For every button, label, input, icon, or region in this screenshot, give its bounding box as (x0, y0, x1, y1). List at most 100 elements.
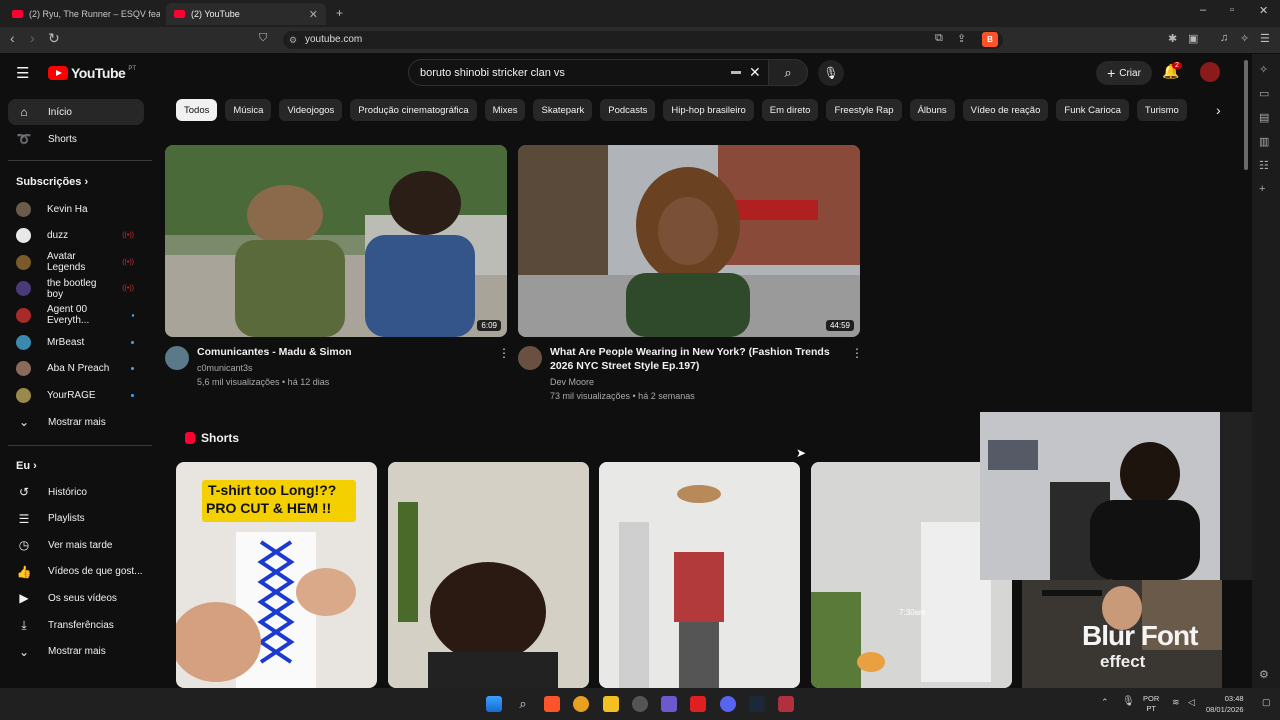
voice-search-button[interactable]: 🎙 (818, 60, 844, 86)
reading-list-icon[interactable]: ☷ (1259, 159, 1269, 172)
create-button[interactable]: + Criar (1096, 61, 1152, 85)
add-panel-icon[interactable]: + (1259, 183, 1265, 195)
sidebar-item-like[interactable]: 👍 Vídeos de que gost... (8, 559, 144, 585)
keyboard-icon[interactable]: ▬ (731, 66, 741, 77)
minimize-icon[interactable]: – (1200, 4, 1206, 16)
filter-chip[interactable]: Freestyle Rap (826, 99, 902, 121)
filter-chip[interactable]: Podcasts (600, 99, 656, 121)
leo-sidebar-icon[interactable]: ✧ (1259, 63, 1268, 76)
share-icon[interactable]: ⇪ (957, 32, 966, 45)
filter-chip[interactable]: Videojogos (279, 99, 343, 121)
filter-chip[interactable]: Turismo (1136, 99, 1187, 121)
sidebar-item-chevron-down[interactable]: ⌄ Mostrar mais (8, 639, 144, 665)
browser-tab-active[interactable]: (2) YouTube ✕ (166, 3, 326, 25)
news-icon[interactable]: ▭ (1259, 87, 1269, 100)
page-scrollbar[interactable] (1244, 60, 1248, 170)
chips-next-icon[interactable]: › (1216, 102, 1221, 118)
short-card[interactable] (388, 462, 589, 688)
menu-icon[interactable]: ☰ (1260, 32, 1270, 45)
filter-chip[interactable]: Produção cinematográfica (350, 99, 477, 121)
youtube-taskbar-icon[interactable] (690, 696, 706, 712)
sidebar-item-watch-later[interactable]: ◷ Ver mais tarde (8, 532, 144, 558)
back-icon[interactable]: ‹ (10, 30, 15, 46)
sidebar-item-your-videos[interactable]: ▶ Os seus vídeos (8, 585, 144, 611)
video-thumbnail[interactable]: 6:09 (165, 145, 507, 337)
sidebar-item-home[interactable]: ⌂ Início (8, 99, 144, 125)
taskbar-clock[interactable]: 03:48 08/01/2026 (1206, 693, 1244, 715)
file-explorer-icon[interactable] (603, 696, 619, 712)
sidebar-subscription-item[interactable]: Aba N Preach (8, 356, 144, 382)
short-card[interactable]: T-shirt too Long!?? PRO CUT & HEM !! (176, 462, 377, 688)
steam-icon[interactable] (749, 696, 765, 712)
settings-gear-icon[interactable]: ⚙ (1259, 668, 1269, 681)
close-tab-icon[interactable]: ✕ (309, 8, 318, 21)
channel-avatar[interactable] (165, 346, 189, 370)
video-title[interactable]: Comunicantes - Madu & Simon (197, 345, 487, 359)
search-button[interactable]: ⌕ (768, 59, 808, 86)
filter-chip[interactable]: Álbuns (909, 99, 955, 121)
wallet-icon[interactable]: ▤ (1259, 111, 1269, 124)
sidebar-item-history[interactable]: ↺ Histórico (8, 479, 144, 505)
youtube-logo[interactable]: YouTube PT (48, 65, 136, 81)
bookmarks-icon[interactable]: ▥ (1259, 135, 1269, 148)
search-input[interactable]: boruto shinobi stricker clan vs ▬ ✕ (408, 59, 808, 86)
notifications-center-icon[interactable]: ▢ (1262, 697, 1271, 708)
brave-taskbar-icon[interactable] (544, 696, 560, 712)
sidebar-show-more-subs[interactable]: ⌄ Mostrar mais (8, 409, 144, 435)
tray-mic-icon[interactable]: 🎙 (1122, 696, 1135, 707)
taskbar-search-icon[interactable]: ⌕ (515, 696, 531, 712)
filter-chip[interactable]: Todos (176, 99, 218, 121)
channel-avatar[interactable] (518, 346, 542, 370)
filter-chip[interactable]: Em direto (761, 99, 819, 121)
sidebar-subscription-item[interactable]: YourRAGE (8, 382, 144, 408)
wifi-icon[interactable]: ≋ (1172, 697, 1180, 708)
sidebar-subscription-item[interactable]: Avatar Legends ((•)) (8, 249, 144, 275)
tray-chevron-up-icon[interactable]: ⌃ (1101, 697, 1109, 708)
language-indicator[interactable]: POR PT (1143, 694, 1159, 714)
video-channel[interactable]: Dev Moore (550, 375, 594, 389)
new-tab-button[interactable]: + (336, 6, 343, 20)
site-info-icon[interactable]: ⚙ (289, 31, 297, 49)
filter-chip[interactable]: Funk Carioca (1056, 99, 1129, 121)
taskbar-app-icon[interactable] (632, 696, 648, 712)
sidebar-item-playlists[interactable]: ☰ Playlists (8, 506, 144, 532)
browser-tab[interactable]: (2) Ryu, The Runner – ESQV feat. Emi (4, 3, 160, 25)
taskbar-app-icon[interactable] (778, 696, 794, 712)
open-external-icon[interactable]: ⧉ (935, 32, 943, 45)
sidebar-item-download[interactable]: ⤓ Transferências (8, 612, 144, 638)
filter-chip[interactable]: Skatepark (533, 99, 593, 121)
chrome-taskbar-icon[interactable] (573, 696, 589, 712)
sidebar-subscription-item[interactable]: MrBeast (8, 329, 144, 355)
reload-icon[interactable]: ↻ (48, 30, 60, 47)
close-window-icon[interactable]: ✕ (1259, 4, 1268, 17)
hamburger-menu-icon[interactable]: ☰ (16, 64, 29, 82)
maximize-icon[interactable]: ▫ (1230, 4, 1234, 16)
filter-chip[interactable]: Vídeo de reação (962, 99, 1049, 121)
game-controller-icon[interactable] (661, 696, 677, 712)
video-channel[interactable]: c0municant3s (197, 361, 253, 375)
discord-icon[interactable] (720, 696, 736, 712)
sidebar-subscription-item[interactable]: duzz ((•)) (8, 223, 144, 249)
sidebar-subscription-item[interactable]: Kevin Ha (8, 196, 144, 222)
volume-icon[interactable]: ◁ (1188, 697, 1195, 708)
clear-search-icon[interactable]: ✕ (749, 64, 761, 81)
subscriptions-heading[interactable]: Subscrições › (16, 176, 88, 188)
windows-start-icon[interactable] (486, 696, 502, 712)
extensions-icon[interactable]: ✱ (1168, 32, 1177, 45)
sidebar-subscription-item[interactable]: the bootleg boy ((•)) (8, 276, 144, 302)
you-heading[interactable]: Eu › (16, 460, 37, 472)
more-options-icon[interactable]: ⋮ (851, 346, 863, 360)
brave-shield-icon[interactable]: B (982, 32, 998, 47)
forward-icon[interactable]: › (30, 30, 35, 46)
filter-chip[interactable]: Mixes (484, 99, 526, 121)
account-avatar[interactable] (1200, 62, 1220, 82)
bookmark-icon[interactable]: ⛉ (259, 32, 267, 45)
filter-chip[interactable]: Música (225, 99, 272, 121)
filter-chip[interactable]: Hip-hop brasileiro (663, 99, 754, 121)
video-title[interactable]: What Are People Wearing in New York? (Fa… (550, 345, 846, 373)
leo-ai-icon[interactable]: ✧ (1240, 32, 1249, 45)
sidebar-item-shorts[interactable]: ➰ Shorts (8, 126, 144, 152)
url-field[interactable]: ⚙ youtube.com (283, 31, 1003, 49)
sidebar-toggle-icon[interactable]: ▣ (1188, 32, 1198, 45)
sidebar-subscription-item[interactable]: Agent 00 Everyth... (8, 302, 144, 328)
